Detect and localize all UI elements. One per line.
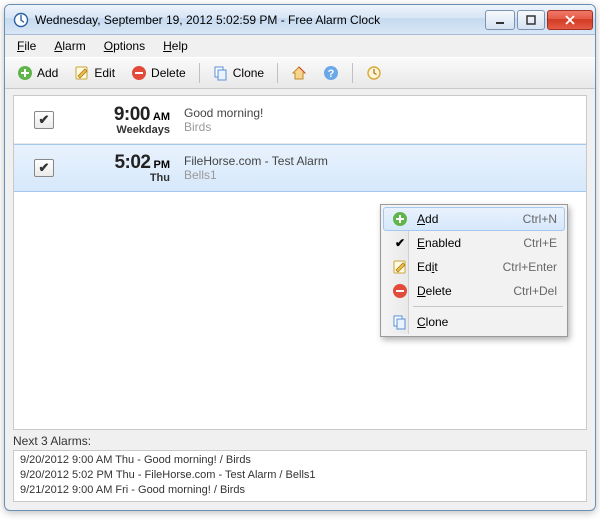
next-alarms-label: Next 3 Alarms: xyxy=(5,432,595,448)
clone-button[interactable]: Clone xyxy=(207,62,270,84)
svg-text:?: ? xyxy=(328,68,335,80)
next-alarm-line: 9/20/2012 9:00 AM Thu - Good morning! / … xyxy=(20,453,580,468)
add-icon xyxy=(392,211,408,227)
context-separator xyxy=(413,306,563,307)
context-edit[interactable]: Edit Ctrl+Enter xyxy=(383,255,565,279)
clock-tool-button[interactable] xyxy=(360,62,388,84)
clone-icon xyxy=(213,65,229,81)
delete-icon xyxy=(131,65,147,81)
menu-alarm[interactable]: Alarm xyxy=(46,37,93,55)
home-icon xyxy=(291,65,307,81)
maximize-button[interactable] xyxy=(517,10,545,30)
delete-icon xyxy=(392,283,408,299)
clock-icon xyxy=(366,65,382,81)
context-clone[interactable]: Clone xyxy=(383,310,565,334)
add-label: Add xyxy=(37,66,58,80)
menu-help[interactable]: Help xyxy=(155,37,196,55)
help-tool-button[interactable]: ? xyxy=(317,62,345,84)
add-icon xyxy=(17,65,33,81)
context-enabled-accel: Ctrl+E xyxy=(523,236,561,250)
context-delete-accel: Ctrl+Del xyxy=(513,284,561,298)
context-add[interactable]: Add Ctrl+N xyxy=(383,207,565,231)
alarm-description: FileHorse.com - Test Alarm Bells1 xyxy=(184,154,576,182)
menu-file[interactable]: File xyxy=(9,37,44,55)
enabled-checkbox[interactable]: ✔ xyxy=(34,159,54,177)
menubar: File Alarm Options Help xyxy=(5,35,595,57)
next-alarm-line: 9/21/2012 9:00 AM Fri - Good morning! / … xyxy=(20,483,580,498)
delete-button[interactable]: Delete xyxy=(125,62,192,84)
context-add-accel: Ctrl+N xyxy=(523,212,561,226)
next-alarm-line: 9/20/2012 5:02 PM Thu - FileHorse.com - … xyxy=(20,468,580,483)
titlebar[interactable]: Wednesday, September 19, 2012 5:02:59 PM… xyxy=(5,5,595,35)
enabled-checkbox[interactable]: ✔ xyxy=(34,111,54,129)
window-title: Wednesday, September 19, 2012 5:02:59 PM… xyxy=(35,13,485,27)
next-alarms-box: 9/20/2012 9:00 AM Thu - Good morning! / … xyxy=(13,450,587,502)
alarm-description: Good morning! Birds xyxy=(184,106,576,134)
delete-label: Delete xyxy=(151,66,186,80)
alarm-time: 5:02PM Thu xyxy=(64,152,184,184)
edit-icon xyxy=(392,259,408,275)
clone-icon xyxy=(392,314,408,330)
app-icon xyxy=(13,12,29,28)
context-edit-accel: Ctrl+Enter xyxy=(503,260,561,274)
help-icon: ? xyxy=(323,65,339,81)
check-icon: ✔ xyxy=(395,236,405,250)
menu-options[interactable]: Options xyxy=(96,37,153,55)
edit-button[interactable]: Edit xyxy=(68,62,121,84)
toolbar: Add Edit Delete Clone ? xyxy=(5,57,595,89)
add-button[interactable]: Add xyxy=(11,62,64,84)
alarm-time: 9:00AM Weekdays xyxy=(64,104,184,136)
context-menu: Add Ctrl+N ✔ Enabled Ctrl+E Edit Ctrl+En… xyxy=(380,204,568,337)
context-enabled[interactable]: ✔ Enabled Ctrl+E xyxy=(383,231,565,255)
toolbar-separator xyxy=(277,63,278,83)
home-button[interactable] xyxy=(285,62,313,84)
alarm-row[interactable]: ✔ 9:00AM Weekdays Good morning! Birds xyxy=(14,96,586,144)
context-delete[interactable]: Delete Ctrl+Del xyxy=(383,279,565,303)
edit-label: Edit xyxy=(94,66,115,80)
alarm-row[interactable]: ✔ 5:02PM Thu FileHorse.com - Test Alarm … xyxy=(14,144,586,192)
toolbar-separator xyxy=(352,63,353,83)
edit-icon xyxy=(74,65,90,81)
clone-label: Clone xyxy=(233,66,264,80)
toolbar-separator xyxy=(199,63,200,83)
minimize-button[interactable] xyxy=(485,10,515,30)
close-button[interactable] xyxy=(547,10,593,30)
